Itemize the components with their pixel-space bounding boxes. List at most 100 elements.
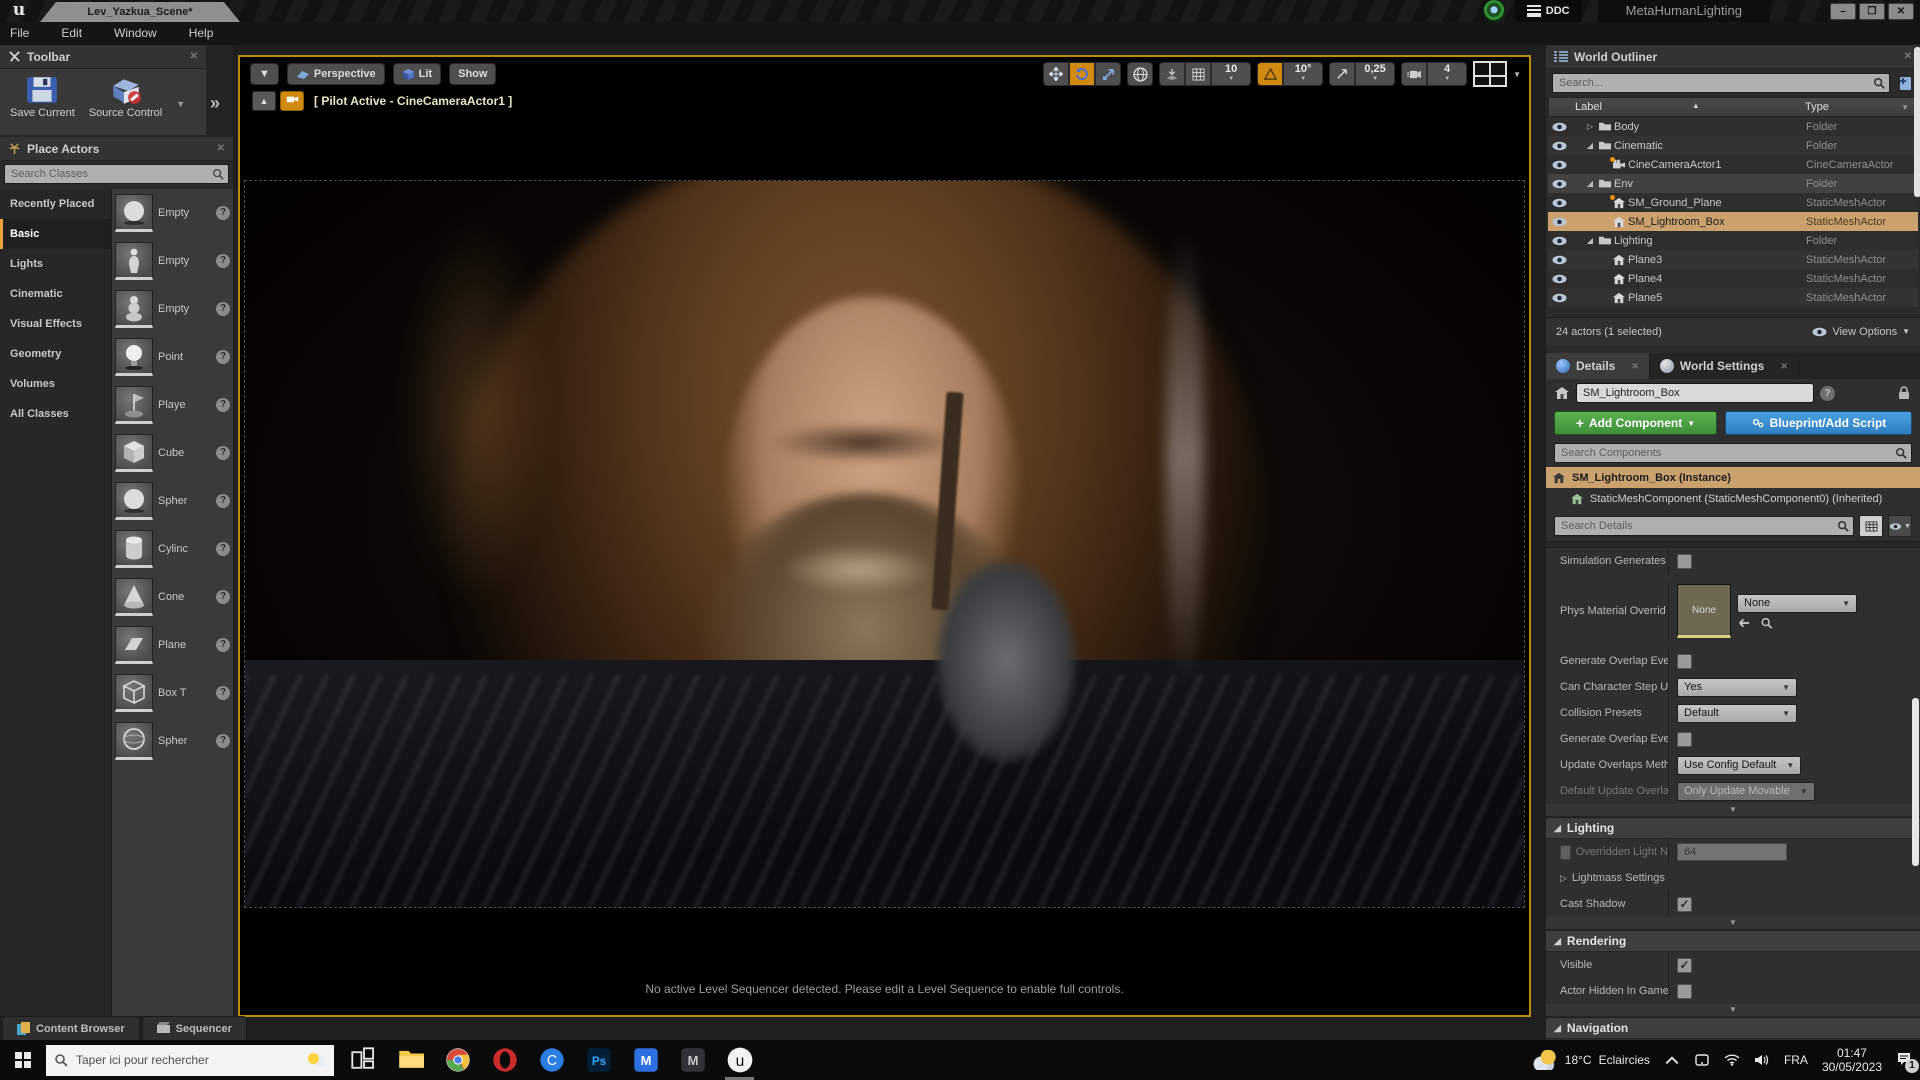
visibility-eye-icon[interactable] bbox=[1548, 160, 1570, 170]
dropdown-only-update-movable[interactable]: Only Update Movable ▼ bbox=[1677, 781, 1815, 801]
category-geometry[interactable]: Geometry bbox=[0, 339, 111, 369]
visibility-eye-icon[interactable] bbox=[1548, 255, 1570, 265]
help-icon[interactable]: ? bbox=[216, 446, 230, 460]
category-volumes[interactable]: Volumes bbox=[0, 369, 111, 399]
help-icon[interactable]: ? bbox=[216, 350, 230, 364]
outliner-row-plane4[interactable]: Plane4 StaticMeshActor bbox=[1548, 269, 1918, 288]
sort-ascending-icon[interactable]: ▲ bbox=[1692, 101, 1700, 113]
help-icon[interactable]: ? bbox=[216, 302, 230, 316]
outliner-row-cinecameraactor1[interactable]: CineCameraActor1 CineCameraActor bbox=[1548, 155, 1918, 174]
section-header-rendering[interactable]: ◢ Rendering bbox=[1546, 930, 1920, 952]
taskbar-app-unreal[interactable]: u bbox=[716, 1040, 763, 1080]
viewport-layout-button[interactable] bbox=[1473, 61, 1508, 87]
outliner-row-sm_ground_plane[interactable]: SM_Ground_Plane StaticMeshActor bbox=[1548, 193, 1918, 212]
checkbox[interactable] bbox=[1677, 983, 1692, 999]
outliner-row-plane5[interactable]: Plane5 StaticMeshActor bbox=[1548, 288, 1918, 307]
component-row-staticmesh[interactable]: StaticMeshComponent (StaticMeshComponent… bbox=[1546, 488, 1920, 509]
taskbar-app-m-dark[interactable]: M bbox=[669, 1040, 716, 1080]
use-selected-icon[interactable] bbox=[1737, 617, 1750, 629]
taskbar-app-circle-app[interactable]: C bbox=[528, 1040, 575, 1080]
wifi-icon[interactable] bbox=[1724, 1053, 1740, 1067]
category-visual-effects[interactable]: Visual Effects bbox=[0, 309, 111, 339]
category-all-classes[interactable]: All Classes bbox=[0, 399, 111, 429]
help-icon[interactable]: ? bbox=[1820, 385, 1835, 401]
place-item-cone[interactable]: Cone? bbox=[112, 573, 233, 621]
expand-advanced-button[interactable]: ▼ bbox=[1546, 804, 1920, 817]
outliner-row-body[interactable]: ▷ Body Folder bbox=[1548, 117, 1918, 136]
asset-thumbnail[interactable]: None bbox=[1677, 584, 1731, 638]
blueprint-add-script-button[interactable]: Blueprint/Add Script bbox=[1724, 411, 1912, 435]
details-search-input[interactable] bbox=[1554, 516, 1854, 536]
menu-file[interactable]: File bbox=[0, 22, 45, 45]
expander-collapsed-icon[interactable]: ▷ bbox=[1560, 873, 1567, 883]
move-tool-button[interactable] bbox=[1043, 62, 1070, 86]
help-icon[interactable]: ? bbox=[216, 398, 230, 412]
help-icon[interactable]: ? bbox=[216, 206, 230, 220]
dropdown-yes[interactable]: Yes ▼ bbox=[1677, 677, 1797, 697]
source-control-caret-icon[interactable]: ▼ bbox=[176, 99, 185, 109]
help-icon[interactable]: ? bbox=[216, 590, 230, 604]
checkbox[interactable]: ✓ bbox=[1677, 957, 1692, 973]
checkbox[interactable] bbox=[1677, 653, 1692, 669]
hidden-icons-chevron-icon[interactable] bbox=[1664, 1053, 1680, 1067]
place-item-box-trigger[interactable]: Box T? bbox=[112, 669, 233, 717]
view-options-button[interactable]: View Options ▼ bbox=[1812, 326, 1910, 338]
taskbar-app-file-explorer[interactable] bbox=[387, 1040, 434, 1080]
grid-snap-value-button[interactable]: 10 ▼ bbox=[1211, 62, 1252, 86]
menu-window[interactable]: Window bbox=[98, 22, 173, 45]
checkbox[interactable] bbox=[1560, 844, 1571, 860]
browse-icon[interactable] bbox=[1760, 617, 1773, 629]
visibility-eye-icon[interactable] bbox=[1548, 141, 1570, 151]
source-control-button[interactable]: Source Control bbox=[89, 75, 162, 119]
details-scrollbar-thumb[interactable] bbox=[1912, 698, 1919, 866]
taskbar-app-photoshop[interactable]: Ps bbox=[575, 1040, 622, 1080]
place-item-cube[interactable]: Cube? bbox=[112, 429, 233, 477]
outliner-row-plane3[interactable]: Plane3 StaticMeshActor bbox=[1548, 250, 1918, 269]
visibility-eye-icon[interactable] bbox=[1548, 179, 1570, 189]
expander-expanded-icon[interactable]: ◢ bbox=[1584, 179, 1596, 188]
taskbar-clock[interactable]: 01:47 30/05/2023 bbox=[1822, 1046, 1882, 1074]
outliner-column-header[interactable]: Label ▲ Type ▼ bbox=[1548, 97, 1918, 117]
pilot-camera-button[interactable] bbox=[280, 91, 304, 111]
close-icon[interactable]: ✕ bbox=[1780, 361, 1788, 372]
help-icon[interactable]: ? bbox=[216, 686, 230, 700]
expand-toolbar-chevrons-icon[interactable]: » bbox=[210, 93, 220, 114]
taskbar-app-chrome[interactable] bbox=[434, 1040, 481, 1080]
checkbox[interactable]: ✓ bbox=[1677, 896, 1692, 912]
search-highlight-weather-icon[interactable] bbox=[308, 1053, 326, 1067]
display-filter-button[interactable]: ▼ bbox=[1888, 515, 1912, 537]
surface-snap-button[interactable] bbox=[1159, 62, 1186, 86]
tab-sequencer[interactable]: Sequencer bbox=[141, 1016, 247, 1040]
menu-help[interactable]: Help bbox=[173, 22, 230, 45]
rotation-snap-value-button[interactable]: 10° ▼ bbox=[1283, 62, 1324, 86]
place-item-cylinder[interactable]: Cylinc? bbox=[112, 525, 233, 573]
place-item-plane[interactable]: Plane? bbox=[112, 621, 233, 669]
outliner-scrollbar-thumb[interactable] bbox=[1914, 47, 1920, 197]
taskbar-app-task-view[interactable] bbox=[340, 1040, 387, 1080]
place-item-pawn[interactable]: Empty? bbox=[112, 285, 233, 333]
show-flags-button[interactable]: Show bbox=[449, 63, 497, 85]
help-icon[interactable]: ? bbox=[216, 734, 230, 748]
volume-icon[interactable] bbox=[1754, 1053, 1770, 1067]
tab-content-browser[interactable]: Content Browser bbox=[2, 1016, 140, 1040]
world-space-toggle-button[interactable] bbox=[1127, 62, 1154, 86]
place-item-point-light[interactable]: Point? bbox=[112, 333, 233, 381]
restore-button[interactable]: ❐ bbox=[1859, 2, 1885, 20]
outliner-row-cinematic[interactable]: ◢ Cinematic Folder bbox=[1548, 136, 1918, 155]
checkbox[interactable] bbox=[1677, 731, 1692, 747]
components-search-input[interactable] bbox=[1554, 443, 1912, 463]
lit-mode-button[interactable]: Lit bbox=[392, 63, 442, 85]
language-indicator[interactable]: FRA bbox=[1784, 1053, 1808, 1067]
close-icon[interactable]: ✕ bbox=[1904, 51, 1912, 62]
visibility-eye-icon[interactable] bbox=[1548, 217, 1570, 227]
grid-snap-button[interactable] bbox=[1185, 62, 1212, 86]
rotate-tool-button[interactable] bbox=[1069, 62, 1096, 86]
expander-expanded-icon[interactable]: ◢ bbox=[1584, 236, 1596, 245]
level-tab[interactable]: Lev_Yazkua_Scene* bbox=[40, 2, 240, 22]
cast-screen-icon[interactable] bbox=[1694, 1053, 1710, 1067]
scale-snap-value-button[interactable]: 0,25 ▼ bbox=[1355, 62, 1396, 86]
section-header-lighting[interactable]: ◢ Lighting bbox=[1546, 817, 1920, 839]
section-header-navigation[interactable]: ◢ Navigation bbox=[1546, 1017, 1920, 1039]
expand-advanced-button[interactable]: ▼ bbox=[1546, 1004, 1920, 1017]
place-actors-search-input[interactable] bbox=[4, 164, 229, 184]
